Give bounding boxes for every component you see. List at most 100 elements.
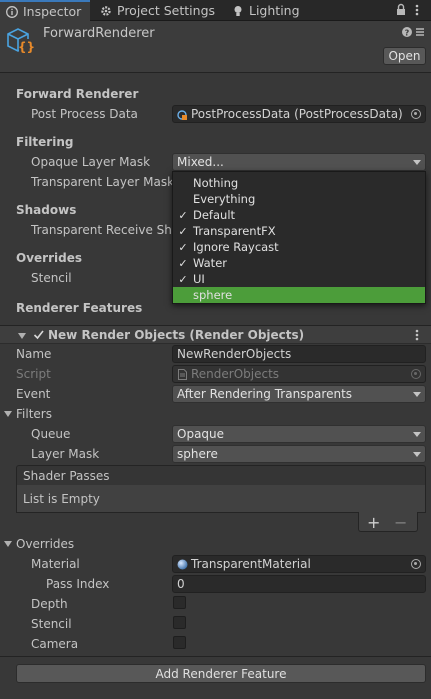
tab-lighting[interactable]: Lighting: [226, 0, 308, 21]
event-dropdown[interactable]: After Rendering Transparents: [172, 385, 426, 403]
checkmark-icon: ✓: [178, 208, 188, 222]
layer-mask-popup: Nothing Everything ✓ Default ✓ TransparentFX ✓…: [172, 171, 426, 304]
feature-title: New Render Objects (Render Objects): [48, 328, 305, 342]
feature-enabled-checkbox[interactable]: [32, 328, 45, 341]
bulb-icon: [232, 5, 244, 17]
opaque-layer-dropdown[interactable]: Mixed...: [172, 153, 426, 171]
render-objects-feature-header[interactable]: New Render Objects (Render Objects): [0, 325, 431, 344]
stencil-checkbox[interactable]: [173, 616, 186, 629]
name-field[interactable]: NewRenderObjects: [172, 345, 426, 363]
depth-label: Depth: [31, 597, 68, 611]
chevron-down-icon: [413, 160, 421, 165]
transparent-receive-label: Transparent Receive Sha: [31, 223, 180, 237]
post-process-value: PostProcessData (PostProcessData): [191, 107, 403, 121]
add-pass-button[interactable]: +: [367, 513, 380, 532]
filters-foldout-icon[interactable]: [4, 411, 12, 417]
opaque-layer-label: Opaque Layer Mask: [31, 155, 151, 169]
layer-option-label: TransparentFX: [193, 224, 276, 238]
camera-checkbox[interactable]: [173, 636, 186, 649]
kebab-menu-icon[interactable]: [414, 3, 420, 17]
opaque-layer-value: Mixed...: [177, 155, 224, 169]
tab-inspector[interactable]: Inspector: [0, 0, 90, 21]
event-value: After Rendering Transparents: [177, 387, 353, 401]
layer-option-label: Ignore Raycast: [193, 240, 279, 254]
remove-pass-button[interactable]: −: [394, 513, 407, 532]
layer-option-label: Everything: [193, 192, 256, 206]
object-picker-icon[interactable]: [411, 109, 421, 119]
layer-mask-value: sphere: [177, 447, 218, 461]
svg-text:{}: {}: [18, 40, 35, 54]
material-value: TransparentMaterial: [191, 557, 311, 571]
name-label: Name: [16, 347, 52, 361]
layer-option[interactable]: Nothing: [173, 175, 425, 191]
divider: [0, 656, 431, 657]
renderer-asset-icon: {}: [6, 26, 36, 56]
camera-label: Camera: [31, 637, 79, 651]
material-field[interactable]: TransparentMaterial: [172, 555, 426, 573]
pass-index-field[interactable]: 0: [172, 575, 426, 593]
queue-dropdown[interactable]: Opaque: [172, 425, 426, 443]
add-renderer-feature-button[interactable]: Add Renderer Feature: [16, 664, 426, 683]
checkmark-icon: ✓: [178, 272, 188, 286]
open-button[interactable]: Open: [383, 47, 426, 65]
inspector-header: {} ForwardRenderer ? Open: [0, 21, 431, 73]
tab-bar: Inspector Project Settings Lighting: [0, 0, 431, 21]
info-icon: [6, 5, 18, 18]
tab-label: Lighting: [249, 3, 300, 18]
layer-mask-label: Layer Mask: [31, 447, 100, 461]
chevron-down-icon: [413, 432, 421, 437]
foldout-arrow-icon[interactable]: [18, 333, 26, 339]
overrides-heading: Overrides: [16, 251, 82, 265]
asset-title: ForwardRenderer: [43, 26, 155, 41]
shader-passes-header: Shader Passes: [16, 465, 426, 486]
checkmark-icon: ✓: [178, 256, 188, 270]
layer-option-label: Default: [193, 208, 236, 222]
chevron-down-icon: [413, 452, 421, 457]
tab-label: Project Settings: [117, 3, 216, 18]
tab-project-settings[interactable]: Project Settings: [94, 0, 224, 21]
material-picker-icon[interactable]: [411, 559, 421, 569]
material-label: Material: [31, 557, 80, 571]
script-label: Script: [16, 367, 51, 381]
filters-label: Filters: [16, 407, 52, 421]
post-process-field[interactable]: PostProcessData (PostProcessData): [172, 105, 426, 123]
overrides-foldout-icon[interactable]: [4, 541, 12, 547]
pass-index-label: Pass Index: [46, 577, 110, 591]
tab-label: Inspector: [23, 4, 82, 19]
overrides-label: Overrides: [16, 537, 75, 551]
list-footer: + −: [358, 512, 418, 532]
checkmark-icon: ✓: [178, 224, 188, 238]
preset-icon[interactable]: [415, 26, 425, 36]
queue-label: Queue: [31, 427, 71, 441]
lock-icon[interactable]: [395, 3, 407, 17]
depth-checkbox[interactable]: [173, 596, 186, 609]
layer-option[interactable]: ✓ TransparentFX: [173, 223, 425, 239]
script-value: RenderObjects: [191, 367, 280, 381]
layer-option[interactable]: Everything: [173, 191, 425, 207]
layer-option[interactable]: sphere: [173, 287, 425, 303]
help-icon[interactable]: ?: [402, 26, 412, 37]
checkmark-icon: ✓: [178, 240, 188, 254]
feature-menu-icon[interactable]: [414, 329, 420, 341]
shader-passes-label: Shader Passes: [23, 469, 110, 483]
forward-renderer-heading: Forward Renderer: [16, 87, 139, 101]
layer-mask-dropdown[interactable]: sphere: [172, 445, 426, 463]
layer-option[interactable]: ✓ UI: [173, 271, 425, 287]
shadows-heading: Shadows: [16, 203, 77, 217]
list-empty-label: List is Empty: [23, 492, 100, 506]
svg-text:?: ?: [405, 28, 410, 37]
stencil-override-label: Stencil: [31, 617, 72, 631]
layer-option[interactable]: ✓ Ignore Raycast: [173, 239, 425, 255]
post-process-asset-icon: [177, 109, 187, 120]
script-field: RenderObjects: [172, 365, 426, 383]
layer-option[interactable]: ✓ Water: [173, 255, 425, 271]
transparent-layer-label: Transparent Layer Mask: [31, 175, 175, 189]
renderer-features-heading: Renderer Features: [16, 301, 143, 315]
queue-value: Opaque: [177, 427, 225, 441]
filtering-heading: Filtering: [16, 135, 74, 149]
script-file-icon: [178, 369, 187, 380]
shader-passes-list: List is Empty: [16, 485, 426, 513]
post-process-label: Post Process Data: [31, 107, 138, 121]
layer-option-label: sphere: [193, 288, 233, 302]
layer-option[interactable]: ✓ Default: [173, 207, 425, 223]
